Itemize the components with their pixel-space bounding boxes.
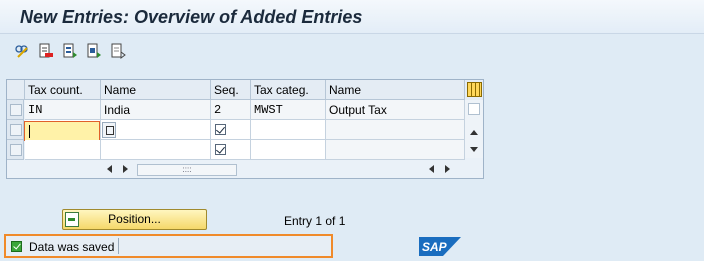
table-control: Tax count. Name Seq. Tax categ. Name IN … — [6, 79, 484, 179]
position-button[interactable]: Position... — [62, 209, 207, 230]
table-settings-icon[interactable] — [465, 80, 483, 100]
select-all-rows-cell[interactable] — [7, 80, 25, 100]
column-header-tax-categ[interactable]: Tax categ. — [251, 80, 326, 100]
column-header-tax-country[interactable]: Tax count. — [25, 80, 101, 100]
horizontal-scrollbar[interactable]: :::: — [7, 160, 465, 178]
row-selector[interactable] — [7, 100, 24, 120]
application-toolbar — [0, 35, 704, 65]
table-cell-tax-categ[interactable] — [251, 120, 326, 140]
table-cell-seq[interactable] — [211, 140, 251, 160]
delete-entry-icon[interactable] — [38, 43, 54, 59]
table-cell-name — [101, 120, 211, 140]
scroll-thumb[interactable] — [468, 103, 480, 115]
row-selector[interactable] — [7, 120, 24, 140]
sap-logo-text: SAP — [422, 240, 448, 254]
table-cell-tax-country[interactable] — [25, 140, 101, 160]
scroll-left-icon[interactable] — [429, 165, 434, 173]
status-bar: Data was saved — [4, 234, 333, 258]
position-icon — [65, 212, 79, 227]
value-help-icon[interactable] — [102, 122, 116, 138]
deselect-all-icon[interactable] — [110, 43, 126, 59]
checkbox-input[interactable] — [215, 144, 226, 155]
column-header-cat-name[interactable]: Name — [326, 80, 465, 100]
display-change-icon[interactable] — [14, 43, 30, 59]
title-bar: New Entries: Overview of Added Entries — [0, 0, 704, 34]
table-cell-cat-name — [326, 140, 465, 160]
scroll-up-icon[interactable] — [470, 130, 478, 135]
text-cursor — [29, 125, 30, 138]
column-header-name[interactable]: Name — [101, 80, 211, 100]
status-divider — [118, 238, 119, 254]
table-cell-name — [101, 140, 211, 160]
table-cell-cat-name: Output Tax — [326, 100, 465, 120]
column-header-seq[interactable]: Seq. — [211, 80, 251, 100]
status-message[interactable]: Data was saved — [29, 240, 114, 254]
entry-counter: Entry 1 of 1 — [284, 214, 346, 228]
select-all-icon[interactable] — [62, 43, 78, 59]
tax-country-input[interactable] — [24, 121, 100, 141]
table-cell-name: India — [101, 100, 211, 120]
table-cell-seq: 2 — [211, 100, 251, 120]
scroll-right-icon[interactable] — [445, 165, 450, 173]
table-cell-seq[interactable] — [211, 120, 251, 140]
table-cell-tax-categ: MWST — [251, 100, 326, 120]
scroll-thumb[interactable]: :::: — [137, 164, 237, 176]
row-selector[interactable] — [7, 140, 24, 160]
checkbox-input[interactable] — [215, 124, 226, 135]
scroll-left-icon[interactable] — [107, 165, 112, 173]
success-check-icon — [11, 241, 22, 252]
table-cell-cat-name — [326, 120, 465, 140]
scroll-right-icon[interactable] — [123, 165, 128, 173]
page-title: New Entries: Overview of Added Entries — [20, 7, 363, 27]
table-cell-tax-country: IN — [25, 100, 101, 120]
position-button-label: Position... — [108, 212, 161, 226]
select-block-icon[interactable] — [86, 43, 102, 59]
sap-logo: SAP — [419, 237, 461, 256]
table-cell-tax-categ[interactable] — [251, 140, 326, 160]
scroll-down-icon[interactable] — [470, 147, 478, 152]
